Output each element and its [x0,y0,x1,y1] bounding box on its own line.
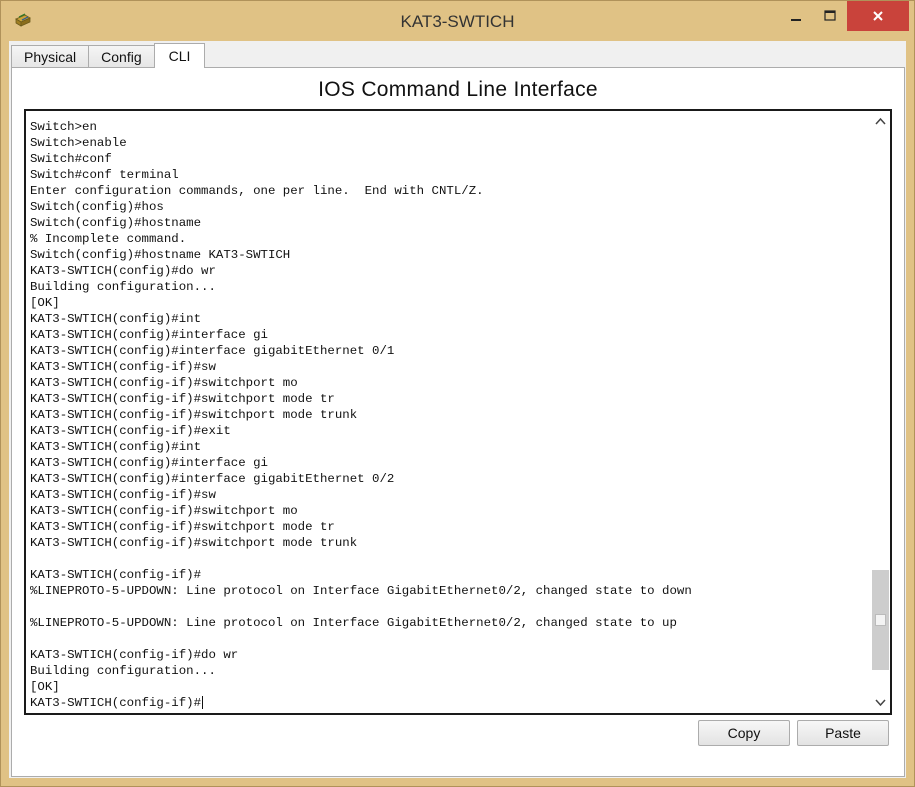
scroll-thumb-grip [875,614,886,626]
console-line: KAT3-SWTICH(config)#do wr [30,264,216,278]
maximize-button[interactable] [815,2,845,30]
console-line: KAT3-SWTICH(config)#interface gi [30,456,268,470]
console-line: KAT3-SWTICH(config)#interface gigabitEth… [30,472,395,486]
text-cursor [202,696,204,710]
console-line: KAT3-SWTICH(config-if)#exit [30,424,231,438]
console-line: KAT3-SWTICH(config-if)#switchport mode t… [30,520,335,534]
title-bar[interactable]: KAT3-SWTICH [1,1,914,41]
cli-tab-panel: IOS Command Line Interface Switch>en Swit… [11,67,905,777]
scroll-thumb[interactable] [872,570,889,670]
chevron-up-icon [875,117,886,125]
minimize-icon [791,19,801,21]
console-line: KAT3-SWTICH(config)#interface gigabitEth… [30,344,395,358]
window-title: KAT3-SWTICH [400,12,515,31]
tab-config[interactable]: Config [88,45,155,68]
tab-physical[interactable]: Physical [11,45,90,68]
cli-console[interactable]: Switch>en Switch>enable Switch#conf Switch#… [24,109,892,715]
console-line: [OK] [30,296,60,310]
console-line: Switch>enable [30,136,127,150]
tab-bar: Physical Config CLI [11,43,206,68]
close-icon [873,11,883,21]
maximize-icon [824,10,836,21]
minimize-button[interactable] [781,2,811,30]
console-line: Switch#conf terminal [30,168,179,182]
console-line: KAT3-SWTICH(config-if)# [30,696,204,710]
console-line: Switch#conf [30,152,112,166]
console-output[interactable]: Switch>en Switch>enable Switch#conf Switch#… [30,119,866,711]
console-line: KAT3-SWTICH(config-if)#switchport mo [30,376,298,390]
console-line: Building configuration... [30,280,216,294]
console-line: [OK] [30,680,60,694]
console-line: Building configuration... [30,664,216,678]
close-button[interactable] [847,1,909,31]
console-line: KAT3-SWTICH(config-if)#switchport mode t… [30,392,335,406]
console-line: KAT3-SWTICH(config-if)#switchport mode t… [30,536,358,550]
console-line: KAT3-SWTICH(config)#interface gi [30,328,268,342]
tab-cli[interactable]: CLI [153,43,206,68]
copy-button[interactable]: Copy [698,720,790,746]
chevron-down-icon [875,699,886,707]
scroll-down-button[interactable] [871,693,890,713]
console-line: KAT3-SWTICH(config-if)# [30,568,202,582]
console-line: KAT3-SWTICH(config-if)#do wr [30,648,239,662]
console-line: KAT3-SWTICH(config)#int [30,312,202,326]
console-line: %LINEPROTO-5-UPDOWN: Line protocol on In… [30,616,677,630]
console-line: %LINEPROTO-5-UPDOWN: Line protocol on In… [30,584,692,598]
console-line: Switch(config)#hos [30,200,164,214]
console-line: KAT3-SWTICH(config-if)#sw [30,360,216,374]
scroll-track[interactable] [871,131,890,693]
console-line: KAT3-SWTICH(config)#int [30,440,202,454]
application-window: KAT3-SWTICH Physical Config CLI IOS Comm… [0,0,915,787]
console-line: Switch(config)#hostname [30,216,202,230]
scroll-up-button[interactable] [871,111,890,131]
console-scrollbar[interactable] [871,111,890,713]
console-line: Enter configuration commands, one per li… [30,184,484,198]
console-line: Switch>en [30,120,97,134]
console-line: Switch(config)#hostname KAT3-SWTICH [30,248,291,262]
console-line: KAT3-SWTICH(config-if)#switchport mo [30,504,298,518]
panel-title: IOS Command Line Interface [318,78,598,101]
console-line: KAT3-SWTICH(config-if)#switchport mode t… [30,408,358,422]
console-line: KAT3-SWTICH(config-if)#sw [30,488,216,502]
console-line: % Incomplete command. [30,232,187,246]
window-client-area: Physical Config CLI IOS Command Line Int… [9,41,906,778]
paste-button[interactable]: Paste [797,720,889,746]
